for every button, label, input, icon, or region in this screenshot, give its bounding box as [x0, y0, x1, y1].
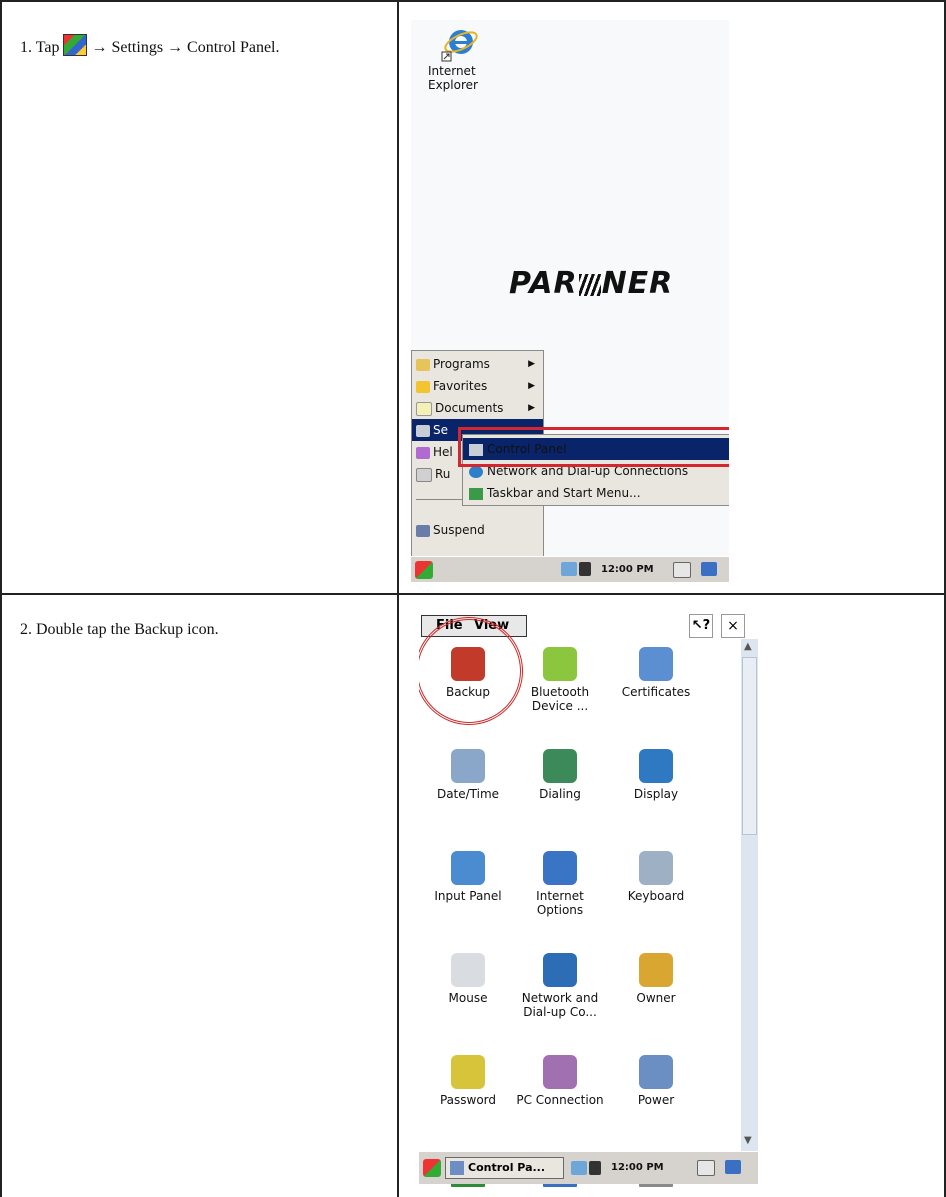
- submenu-item-taskbar[interactable]: Taskbar and Start Menu...: [463, 482, 729, 504]
- table-border-top: [0, 0, 946, 2]
- help-icon: [416, 446, 430, 459]
- control-panel-item-label: Internet Options: [536, 889, 584, 917]
- control-panel-item-input-panel[interactable]: Input Panel: [423, 851, 513, 903]
- control-panel-item-label: Certificates: [621, 685, 691, 699]
- start-menu-item-suspend[interactable]: Suspend: [412, 519, 543, 541]
- network-and-dial-up-co-icon: [543, 953, 577, 987]
- network-tray-icon[interactable]: [579, 562, 591, 576]
- control-panel-item-label: Dialing: [539, 787, 581, 801]
- keyboard-icon[interactable]: [673, 562, 691, 578]
- control-panel-item-power[interactable]: Power: [611, 1055, 701, 1107]
- favorites-icon: [416, 380, 430, 393]
- internet-explorer-label: Internet Explorer: [428, 64, 478, 92]
- network-tray-icon[interactable]: [589, 1161, 601, 1175]
- taskbar: 12:00 PM: [411, 556, 729, 582]
- clock: 12:00 PM: [601, 564, 654, 575]
- control-panel-item-network-and-dial-up-co[interactable]: Network and Dial-up Co...: [515, 953, 605, 1019]
- control-panel-item-internet-options[interactable]: Internet Options: [515, 851, 605, 917]
- network-icon: [469, 465, 483, 478]
- desktop-switch-icon[interactable]: [725, 1160, 741, 1174]
- control-panel-item-display[interactable]: Display: [611, 749, 701, 801]
- instruction-table: 1. Tap → Settings → Control Panel. 2. Do…: [0, 0, 946, 1197]
- scrollbar-thumb[interactable]: [742, 657, 757, 835]
- connection-tray-icon[interactable]: [571, 1161, 587, 1175]
- close-button[interactable]: ×: [721, 614, 745, 638]
- input-panel-icon: [451, 851, 485, 885]
- taskbar: Control Pa... 12:00 PM: [419, 1151, 758, 1184]
- programs-icon: [416, 358, 430, 371]
- control-panel-item-label: Password: [439, 1093, 497, 1107]
- scroll-up-icon[interactable]: ▲: [744, 641, 752, 652]
- control-panel-item-label: Display: [633, 787, 679, 801]
- control-panel-item-mouse[interactable]: Mouse: [423, 953, 513, 1005]
- password-icon: [451, 1055, 485, 1089]
- certificates-icon: [639, 647, 673, 681]
- screenshot-start-menu: Internet Explorer PAR NER Programs ▶ Favor…: [411, 20, 729, 582]
- control-panel-item-label: Input Panel: [434, 889, 502, 903]
- control-panel-item-label: Mouse: [448, 991, 488, 1005]
- documents-icon: [416, 401, 432, 416]
- partner-logo: PAR NER: [509, 266, 674, 301]
- start-menu-item-documents[interactable]: Documents ▶: [412, 397, 543, 419]
- control-panel-item-label: Network and Dial-up Co...: [521, 991, 599, 1019]
- control-panel-item-date-time[interactable]: Date/Time: [423, 749, 513, 801]
- taskbar-icon: [469, 487, 483, 500]
- desktop-switch-icon[interactable]: [701, 562, 717, 576]
- control-panel-item-keyboard[interactable]: Keyboard: [611, 851, 701, 903]
- bluetooth-device-icon: [543, 647, 577, 681]
- table-row-divider: [0, 593, 946, 595]
- date-time-icon: [451, 749, 485, 783]
- taskbar-control-panel-button[interactable]: Control Pa...: [445, 1157, 564, 1179]
- start-button-icon[interactable]: [423, 1159, 441, 1177]
- control-panel-item-dialing[interactable]: Dialing: [515, 749, 605, 801]
- mouse-icon: [451, 953, 485, 987]
- help-button[interactable]: ↖?: [689, 614, 713, 638]
- control-panel-icon: [450, 1161, 464, 1175]
- step-1-text: 1. Tap → Settings → Control Panel.: [20, 34, 279, 57]
- control-panel-item-bluetooth-device[interactable]: Bluetooth Device ...: [515, 647, 605, 713]
- control-panel-item-password[interactable]: Password: [423, 1055, 513, 1107]
- control-panel-highlight-box: [458, 427, 729, 467]
- control-panel-item-label: Power: [637, 1093, 675, 1107]
- help-arrow-icon: ↖: [691, 618, 703, 633]
- run-icon: [416, 467, 432, 482]
- internet-explorer-icon[interactable]: [439, 24, 479, 64]
- dialing-icon: [543, 749, 577, 783]
- control-panel-item-pc-connection[interactable]: PC Connection: [515, 1055, 605, 1107]
- start-menu-item-favorites[interactable]: Favorites ▶: [412, 375, 543, 397]
- scroll-down-icon[interactable]: ▼: [744, 1135, 752, 1146]
- screenshot-control-panel: File View ↖? × ▲ ▼ Backup Bluetooth Devic…: [419, 609, 758, 1187]
- control-panel-item-label: PC Connection: [516, 1093, 604, 1107]
- keyboard-icon[interactable]: [697, 1160, 715, 1176]
- display-icon: [639, 749, 673, 783]
- control-panel-item-label: Bluetooth Device ...: [530, 685, 590, 713]
- start-button-icon[interactable]: [415, 561, 433, 579]
- control-panel-item-label: Keyboard: [627, 889, 685, 903]
- start-menu-item-programs[interactable]: Programs ▶: [412, 353, 543, 375]
- power-icon: [639, 1055, 673, 1089]
- suspend-icon: [416, 524, 430, 537]
- vertical-scrollbar[interactable]: ▲ ▼: [741, 639, 758, 1151]
- control-panel-item-label: Owner: [636, 991, 676, 1005]
- control-panel-item-certificates[interactable]: Certificates: [611, 647, 701, 699]
- keyboard-icon: [639, 851, 673, 885]
- clock: 12:00 PM: [611, 1162, 664, 1173]
- settings-icon: [416, 424, 430, 437]
- backup-highlight-circle: [419, 617, 523, 725]
- control-panel-item-label: Date/Time: [436, 787, 500, 801]
- owner-icon: [639, 953, 673, 987]
- internet-options-icon: [543, 851, 577, 885]
- table-border-left: [0, 0, 2, 1197]
- start-icon: [63, 34, 88, 56]
- table-divider: [397, 0, 399, 1197]
- connection-tray-icon[interactable]: [561, 562, 577, 576]
- control-panel-item-owner[interactable]: Owner: [611, 953, 701, 1005]
- step-2-text: 2. Double tap the Backup icon.: [20, 621, 219, 638]
- pc-connection-icon: [543, 1055, 577, 1089]
